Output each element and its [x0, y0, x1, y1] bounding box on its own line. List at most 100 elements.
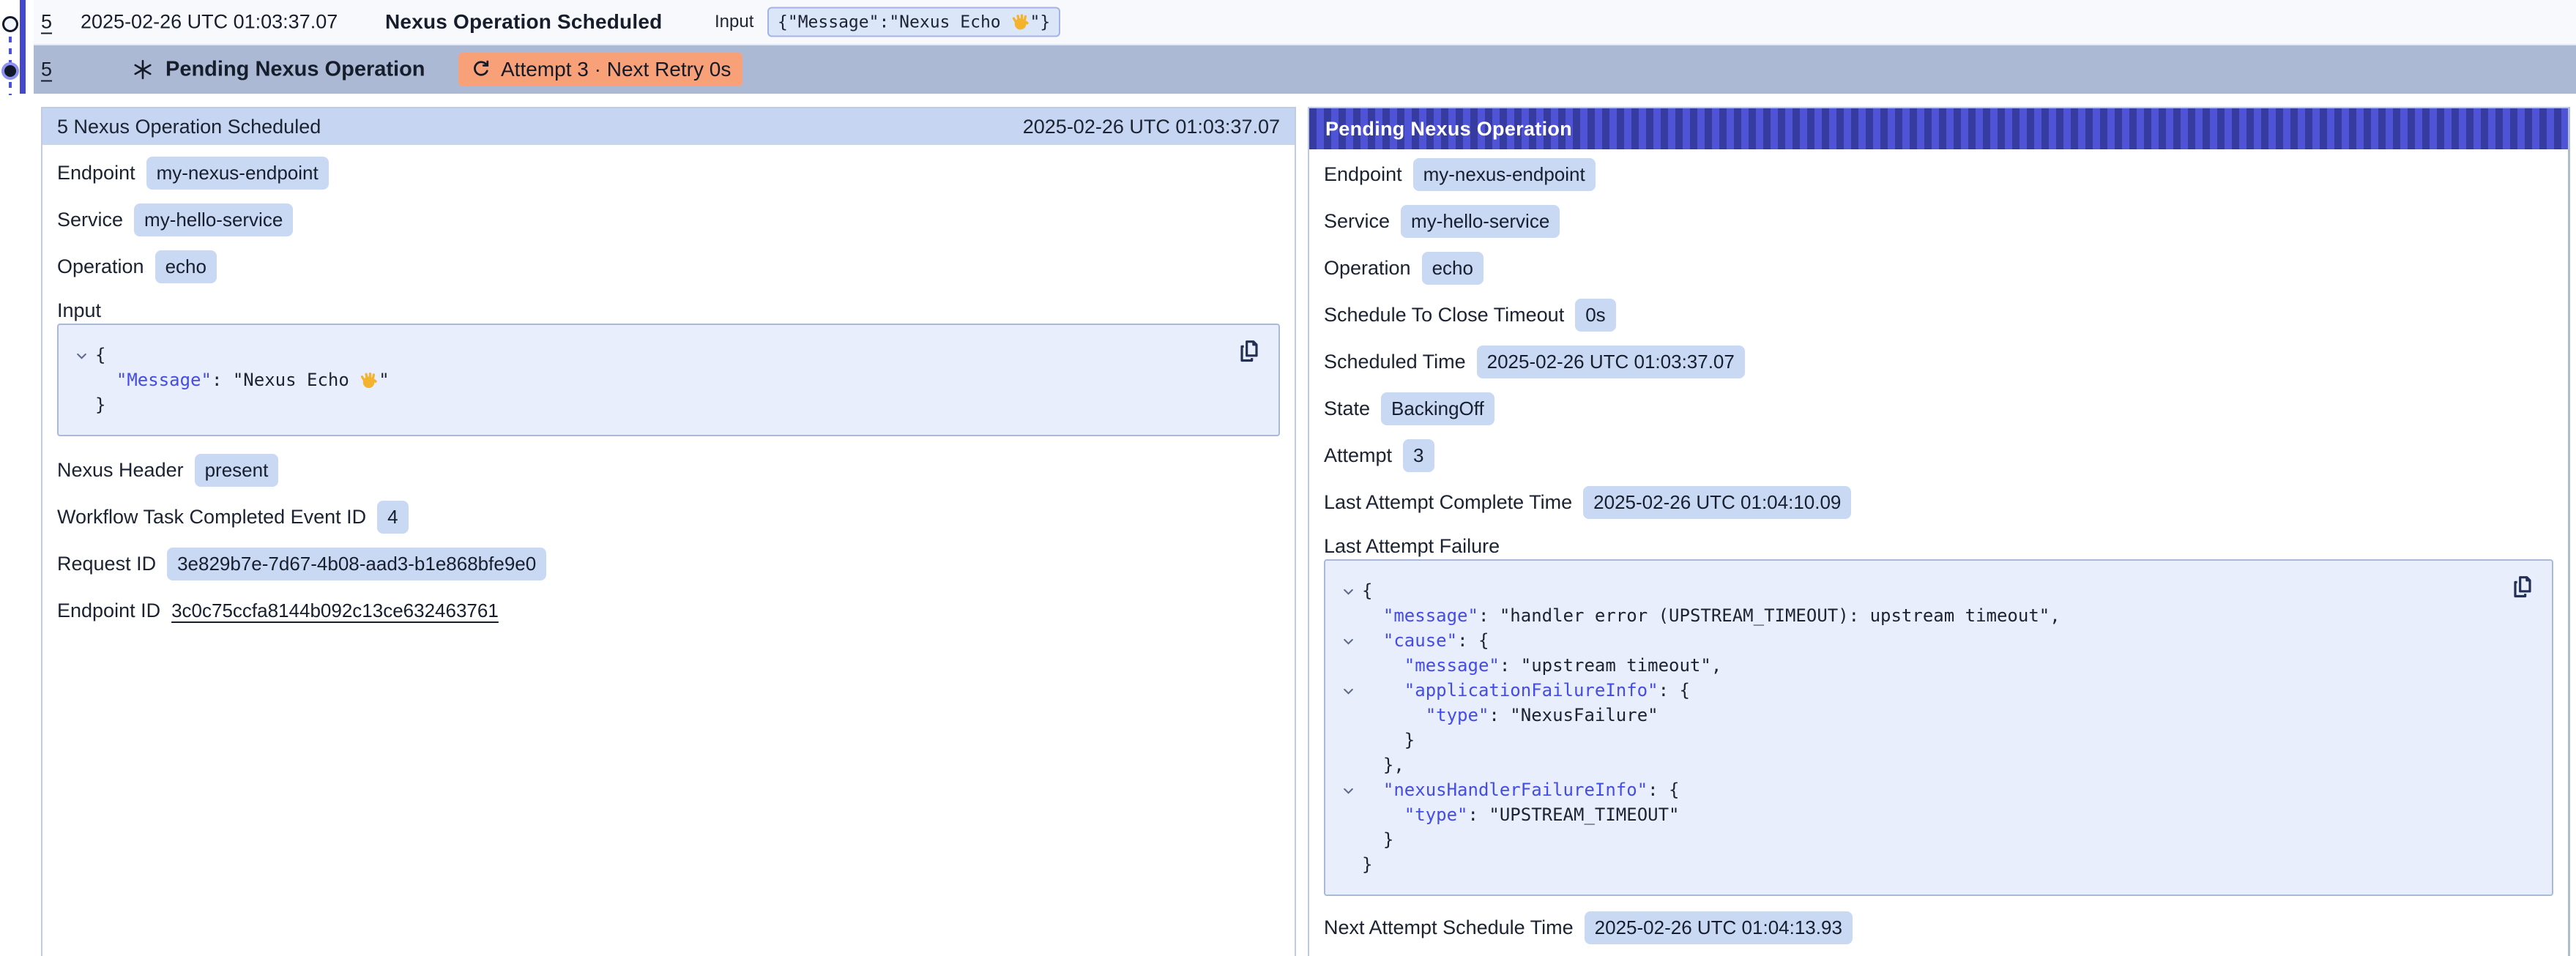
- field-row: Attempt3: [1324, 439, 2553, 472]
- json-key: "nexusHandlerFailureInfo": [1383, 780, 1648, 800]
- code-line: "Message": "Nexus Echo ": [67, 367, 1227, 392]
- field-row: Endpoint my-nexus-endpoint: [1324, 158, 2553, 191]
- input-code-block: { "Message": "Nexus Echo "}: [57, 324, 1280, 436]
- field-label: Scheduled Time: [1324, 351, 1466, 373]
- event-id-link[interactable]: 5: [41, 11, 52, 34]
- attempt-retry-text: Attempt 3 · Next Retry 0s: [501, 58, 731, 81]
- field-row: Scheduled Time 2025-02-26 UTC 01:03:37.07: [1324, 346, 2553, 378]
- code-line: }: [1334, 852, 2501, 877]
- code-line: {: [67, 343, 1227, 367]
- json-key: "type": [1404, 804, 1468, 825]
- field-label: Operation: [57, 255, 144, 278]
- json-text: : "upstream timeout",: [1500, 655, 1721, 676]
- code-line: "type": "NexusFailure": [1334, 703, 2501, 728]
- attempt-retry-badge: Attempt 3 · Next Retry 0s: [458, 53, 742, 86]
- field-label: Service: [57, 209, 123, 231]
- chevron-down-icon[interactable]: [1334, 777, 1362, 802]
- field-row: Last Attempt Complete Time2025-02-26 UTC…: [1324, 486, 2553, 519]
- failure-section-label: Last Attempt Failure: [1324, 534, 2553, 558]
- json-viewer: { "message": "handler error (UPSTREAM_TI…: [1334, 578, 2501, 877]
- json-key: "message": [1404, 655, 1500, 676]
- panel-title: 5 Nexus Operation Scheduled: [57, 116, 321, 138]
- chevron-down-icon[interactable]: [1334, 628, 1362, 653]
- waving-hand-emoji: [360, 370, 379, 389]
- code-line: "cause": {: [1334, 628, 2501, 653]
- json-viewer: { "Message": "Nexus Echo "}: [67, 343, 1227, 417]
- code-gutter: [1334, 653, 1362, 678]
- field-value-badge: 3: [1403, 439, 1434, 472]
- chevron-down-icon[interactable]: [1334, 678, 1362, 703]
- copy-icon[interactable]: [1233, 335, 1265, 369]
- field-label: Endpoint: [1324, 163, 1402, 186]
- json-text: },: [1362, 755, 1404, 775]
- code-line: },: [1334, 753, 2501, 777]
- temporal-event-history-screen: 5 2025-02-26 UTC 01:03:37.07 Nexus Opera…: [0, 0, 2576, 956]
- field-value-link[interactable]: 3c0c75ccfa8144b092c13ce632463761: [171, 600, 499, 622]
- field-value-badge: my-hello-service: [1401, 205, 1560, 238]
- field-label: Schedule To Close Timeout: [1324, 304, 1564, 326]
- event-row-nexus-operation-scheduled[interactable]: 5 2025-02-26 UTC 01:03:37.07 Nexus Opera…: [34, 0, 2576, 45]
- code-line: "type": "UPSTREAM_TIMEOUT": [1334, 802, 2501, 827]
- field-value-badge: BackingOff: [1381, 392, 1494, 425]
- code-line: "nexusHandlerFailureInfo": {: [1334, 777, 2501, 802]
- pending-operation-panel-header: Pending Nexus Operation: [1309, 108, 2568, 149]
- field-value-badge: 4: [377, 501, 408, 534]
- event-input-preview-badge[interactable]: {"Message":"Nexus Echo "}: [767, 7, 1060, 37]
- code-gutter: [1334, 753, 1362, 777]
- code-line: {: [1334, 578, 2501, 603]
- timeline-connector: [9, 82, 12, 95]
- json-text: : {: [1457, 630, 1489, 651]
- json-text: [1362, 630, 1383, 651]
- chevron-down-icon[interactable]: [1334, 578, 1362, 603]
- pending-operation-title: Pending Nexus Operation: [165, 58, 425, 82]
- field-row: Operationecho: [1324, 252, 2553, 285]
- event-detail-panel-header: 5 Nexus Operation Scheduled 2025-02-26 U…: [42, 108, 1295, 145]
- field-value-badge: 2025-02-26 UTC 01:04:10.09: [1583, 486, 1851, 519]
- json-text: [95, 370, 116, 390]
- code-gutter: [1334, 728, 1362, 753]
- event-title: Nexus Operation Scheduled: [385, 10, 662, 34]
- json-text: [1362, 680, 1404, 701]
- pending-asterisk-icon: [132, 59, 154, 81]
- field-row: StateBackingOff: [1324, 392, 2553, 425]
- retry-icon: [470, 59, 492, 81]
- json-key: "type": [1426, 705, 1489, 725]
- field-label: Nexus Header: [57, 459, 184, 482]
- field-row: Nexus Headerpresent: [57, 454, 1280, 487]
- event-timestamp: 2025-02-26 UTC 01:03:37.07: [81, 11, 338, 34]
- event-id-link[interactable]: 5: [41, 59, 52, 81]
- json-text: [1362, 804, 1404, 825]
- field-value-badge: 3e829b7e-7d67-4b08-aad3-b1e868bfe9e0: [167, 548, 546, 580]
- field-value-badge: 2025-02-26 UTC 01:04:13.93: [1585, 911, 1853, 944]
- json-text: {: [1362, 580, 1372, 601]
- field-value-badge: my-nexus-endpoint: [1413, 158, 1596, 191]
- json-text: : "NexusFailure": [1489, 705, 1658, 725]
- timeline-node-current-icon[interactable]: [4, 65, 16, 77]
- field-value-badge: 2025-02-26 UTC 01:03:37.07: [1477, 346, 1745, 378]
- timeline-node-scheduled-icon[interactable]: [2, 16, 18, 32]
- json-text: }: [95, 395, 105, 415]
- field-value-badge: my-nexus-endpoint: [146, 157, 329, 190]
- code-gutter: [1334, 703, 1362, 728]
- field-row: Request ID3e829b7e-7d67-4b08-aad3-b1e868…: [57, 548, 1280, 580]
- field-label: Workflow Task Completed Event ID: [57, 506, 366, 529]
- panel-timestamp: 2025-02-26 UTC 01:03:37.07: [1023, 116, 1280, 138]
- code-gutter: [1334, 802, 1362, 827]
- copy-icon[interactable]: [2506, 571, 2539, 605]
- event-row-pending-nexus-operation[interactable]: 5 Pending Nexus Operation Attempt 3 · Ne…: [34, 45, 2576, 94]
- code-line: "message": "handler error (UPSTREAM_TIME…: [1334, 603, 2501, 628]
- field-label: Next Attempt Schedule Time: [1324, 916, 1574, 939]
- input-section-label: Input: [57, 299, 1280, 322]
- timeline-connector: [9, 37, 12, 63]
- field-row: Operationecho: [57, 250, 1280, 283]
- code-gutter: [1334, 852, 1362, 877]
- code-line: "applicationFailureInfo": {: [1334, 678, 2501, 703]
- field-row: Servicemy-hello-service: [1324, 205, 2553, 238]
- chevron-down-icon[interactable]: [67, 343, 95, 367]
- field-group: Nexus Headerpresent Workflow Task Complet…: [57, 454, 1280, 627]
- field-row: Endpoint ID3c0c75ccfa8144b092c13ce632463…: [57, 594, 1280, 627]
- json-text: }: [1362, 730, 1415, 750]
- json-text: }: [1362, 854, 1372, 875]
- code-gutter: [67, 392, 95, 417]
- json-text: [1362, 655, 1404, 676]
